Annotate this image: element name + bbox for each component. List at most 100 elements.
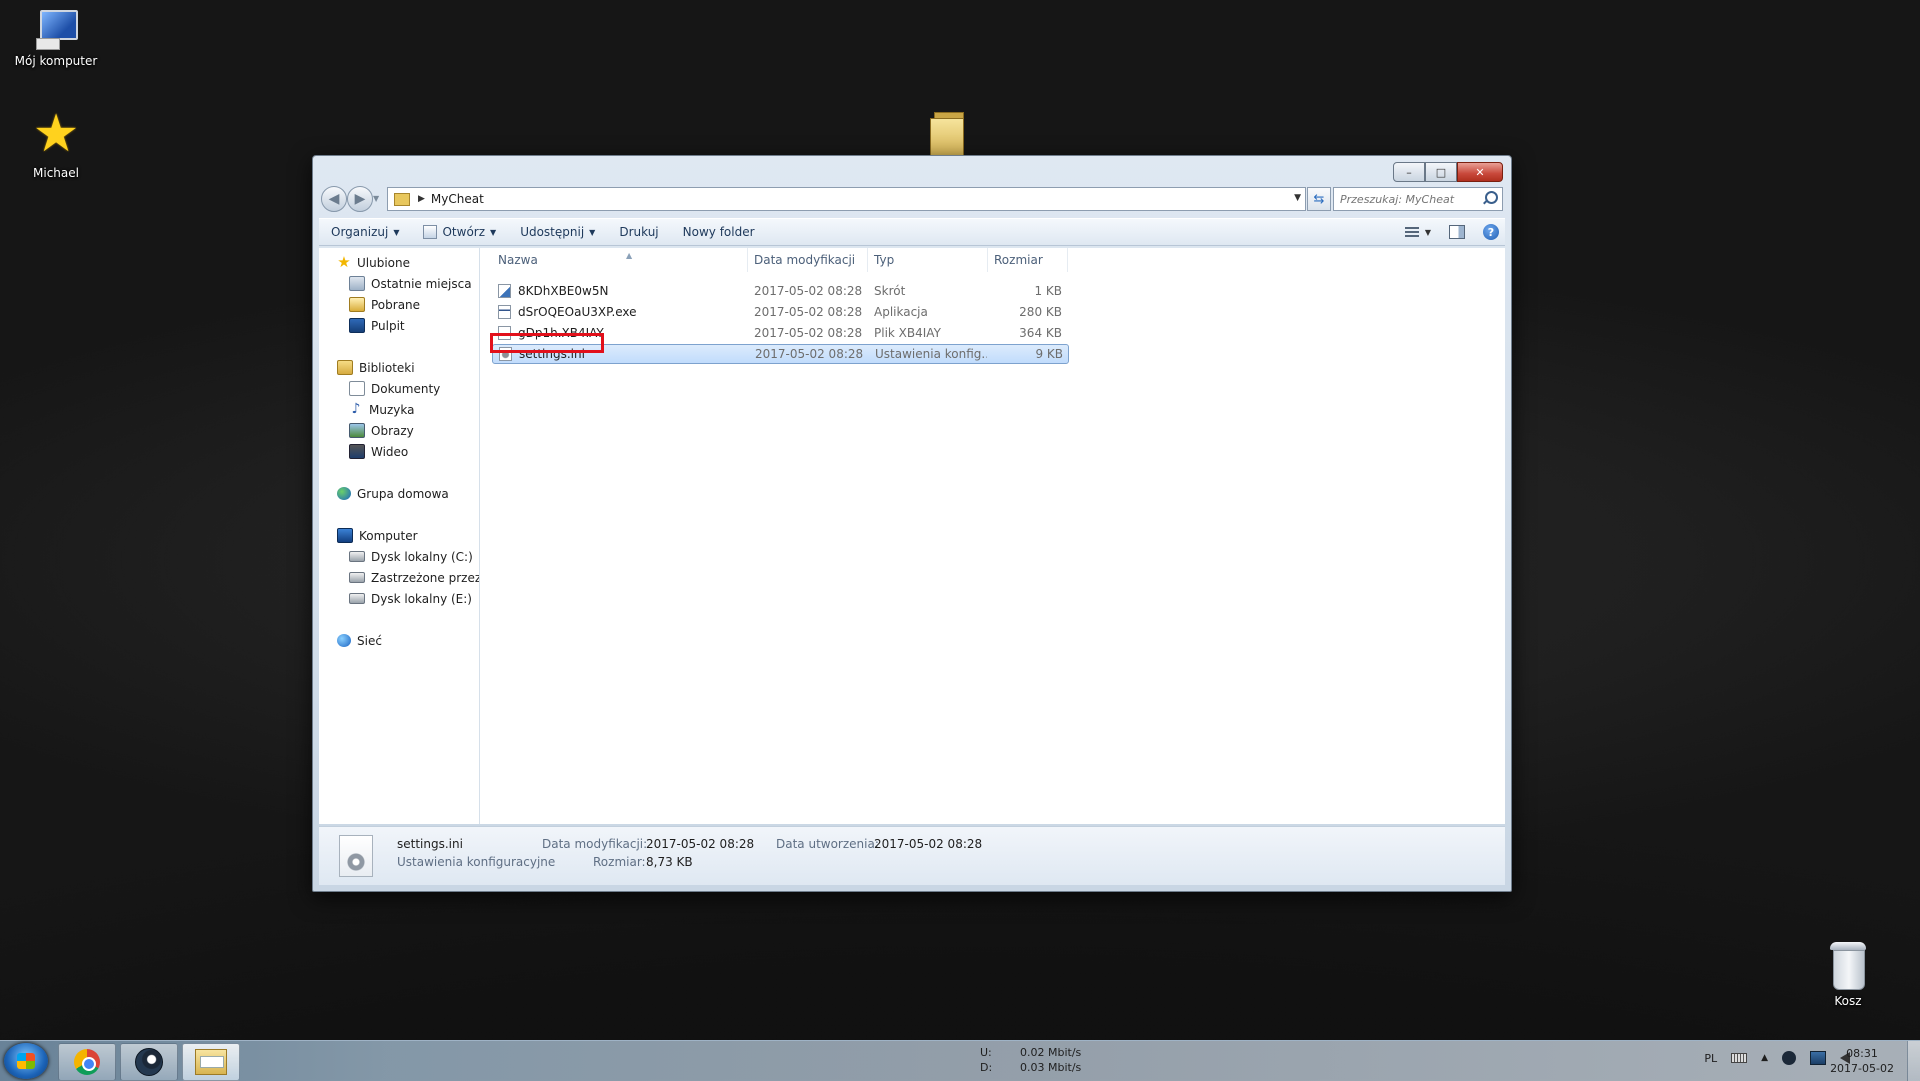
download-value: 0.03 Mbit/s	[1020, 1061, 1082, 1074]
nav-item-pictures[interactable]: Obrazy	[319, 420, 479, 441]
file-type: Ustawienia konfig...	[875, 347, 987, 361]
desktop-icon-label: Michael	[33, 166, 79, 180]
start-button[interactable]	[4, 1043, 48, 1079]
view-options-icon[interactable]	[1404, 227, 1419, 237]
details-modified-value: 2017-05-02 08:28	[646, 837, 755, 851]
chevron-down-icon[interactable]: ▼	[1425, 228, 1431, 237]
open-icon	[423, 225, 438, 239]
nav-item-desktop[interactable]: Pulpit	[319, 315, 479, 336]
star-icon: ★	[337, 253, 351, 271]
network-icon[interactable]	[1810, 1051, 1826, 1065]
nav-item-downloads[interactable]: Pobrane	[319, 294, 479, 315]
nav-item-homegroup[interactable]: Grupa domowa	[319, 483, 479, 504]
column-label: Typ	[874, 253, 895, 267]
preview-pane-icon[interactable]	[1449, 225, 1465, 239]
search-box[interactable]	[1333, 187, 1503, 211]
details-size-label: Rozmiar:	[593, 855, 646, 869]
search-input[interactable]	[1334, 188, 1482, 210]
folder-icon[interactable]	[930, 110, 966, 156]
nav-label: Ulubione	[357, 255, 411, 270]
nav-item-videos[interactable]: Wideo	[319, 441, 479, 462]
chevron-down-icon: ▼	[589, 227, 596, 237]
help-icon[interactable]: ?	[1483, 224, 1499, 240]
open-button[interactable]: Otwórz ▼	[411, 220, 508, 244]
keyboard-icon[interactable]	[1731, 1053, 1748, 1063]
nav-item-system-reserved[interactable]: Zastrzeżone przez sy	[319, 567, 479, 588]
view-controls: ▼ ?	[1404, 219, 1499, 245]
details-modified-label: Data modyfikacji:	[542, 837, 648, 851]
recycle-bin-icon	[1830, 942, 1866, 990]
share-button[interactable]: Udostępnij ▼	[508, 220, 607, 244]
show-desktop-button[interactable]	[1907, 1041, 1920, 1081]
show-hidden-icons-icon[interactable]: ▲	[1761, 1053, 1768, 1063]
file-size: 364 KB	[1019, 326, 1062, 340]
close-button[interactable]: ✕	[1457, 162, 1503, 182]
column-header-size[interactable]: Rozmiar	[988, 248, 1068, 272]
breadcrumb-folder[interactable]: MyCheat	[431, 192, 484, 206]
nav-label: Obrazy	[371, 423, 414, 438]
language-indicator[interactable]: PL	[1704, 1052, 1717, 1065]
nav-item-drive-e[interactable]: Dysk lokalny (E:)	[319, 588, 479, 609]
new-folder-button[interactable]: Nowy folder	[671, 220, 767, 244]
refresh-button[interactable]: ⇆	[1307, 187, 1331, 211]
taskbar-steam-button[interactable]	[120, 1043, 178, 1081]
file-type: Aplikacja	[874, 305, 928, 319]
nav-item-libraries[interactable]: Biblioteki	[319, 357, 479, 378]
forward-button[interactable]: ▶	[347, 186, 373, 212]
file-row[interactable]: 8KDhXBE0w5N 2017-05-02 08:28 Skrót 1 KB	[492, 281, 1067, 301]
nav-item-computer[interactable]: Komputer	[319, 525, 479, 546]
column-header-date[interactable]: Data modyfikacji	[748, 248, 868, 272]
desktop-icon-michael[interactable]: ★ Michael	[8, 108, 104, 180]
arrow-left-icon: ◀	[328, 191, 340, 207]
file-row[interactable]: dSrOQEOaU3XP.exe 2017-05-02 08:28 Aplika…	[492, 302, 1067, 322]
back-button[interactable]: ◀	[321, 186, 347, 212]
column-header-name[interactable]: Nazwa ▲	[492, 248, 748, 272]
minimize-button[interactable]: –	[1393, 162, 1425, 182]
nav-item-drive-c[interactable]: Dysk lokalny (C:)	[319, 546, 479, 567]
chrome-icon	[74, 1049, 100, 1075]
print-button[interactable]: Drukuj	[607, 220, 670, 244]
windows-logo-icon	[17, 1053, 35, 1069]
recent-pages-dropdown[interactable]: ▼	[373, 194, 379, 203]
column-header-type[interactable]: Typ	[868, 248, 988, 272]
nav-group-homegroup: Grupa domowa	[319, 483, 479, 504]
desktop-icon-my-computer[interactable]: Mój komputer	[8, 8, 104, 68]
taskbar-explorer-button[interactable]	[182, 1043, 240, 1081]
nav-label: Komputer	[359, 528, 418, 543]
file-date: 2017-05-02 08:28	[754, 284, 863, 298]
address-bar[interactable]: ▶ MyCheat ▼	[387, 187, 1306, 211]
details-pane: settings.ini Ustawienia konfiguracyjne D…	[319, 826, 1505, 885]
open-label: Otwórz	[442, 225, 486, 239]
star-icon: ★	[32, 104, 80, 164]
desktop-icon-recycle-bin[interactable]: Kosz	[1800, 942, 1896, 1008]
nav-item-music[interactable]: ♪ Muzyka	[319, 399, 479, 420]
organize-button[interactable]: Organizuj ▼	[319, 220, 411, 244]
steam-icon[interactable]	[1782, 1051, 1796, 1065]
ini-file-icon	[339, 835, 373, 877]
nav-item-recent-places[interactable]: Ostatnie miejsca	[319, 273, 479, 294]
taskbar-chrome-button[interactable]	[58, 1043, 116, 1081]
nav-item-documents[interactable]: Dokumenty	[319, 378, 479, 399]
nav-item-network[interactable]: Sieć	[319, 630, 479, 651]
file-type: Plik XB4IAY	[874, 326, 941, 340]
maximize-button[interactable]: □	[1425, 162, 1457, 182]
clock[interactable]: 08:31 2017-05-02	[1830, 1046, 1894, 1076]
folder-icon	[394, 192, 410, 206]
document-icon	[349, 381, 365, 396]
upload-label: U:	[980, 1046, 992, 1059]
column-headers: Nazwa ▲ Data modyfikacji Typ Rozmiar	[480, 248, 1505, 272]
arrow-right-icon: ▶	[354, 191, 366, 207]
details-created-label: Data utworzenia:	[776, 837, 879, 851]
nav-label: Zastrzeżone przez sy	[371, 570, 480, 585]
organize-label: Organizuj	[331, 225, 389, 239]
navigation-pane: ★ Ulubione Ostatnie miejsca Pobrane Pulpi…	[319, 248, 480, 824]
homegroup-icon	[337, 487, 351, 500]
search-icon[interactable]	[1485, 191, 1498, 204]
command-bar: Organizuj ▼ Otwórz ▼ Udostępnij ▼ Drukuj No…	[319, 218, 1505, 246]
column-label: Nazwa	[498, 253, 538, 267]
nav-group-libraries: Biblioteki Dokumenty ♪ Muzyka Obrazy Wide…	[319, 357, 479, 462]
breadcrumb-chevron-icon[interactable]: ▶	[418, 194, 425, 204]
nav-item-favorites[interactable]: ★ Ulubione	[319, 252, 479, 273]
sort-arrow-icon: ▲	[626, 251, 633, 260]
chevron-down-icon[interactable]: ▼	[1294, 193, 1301, 203]
